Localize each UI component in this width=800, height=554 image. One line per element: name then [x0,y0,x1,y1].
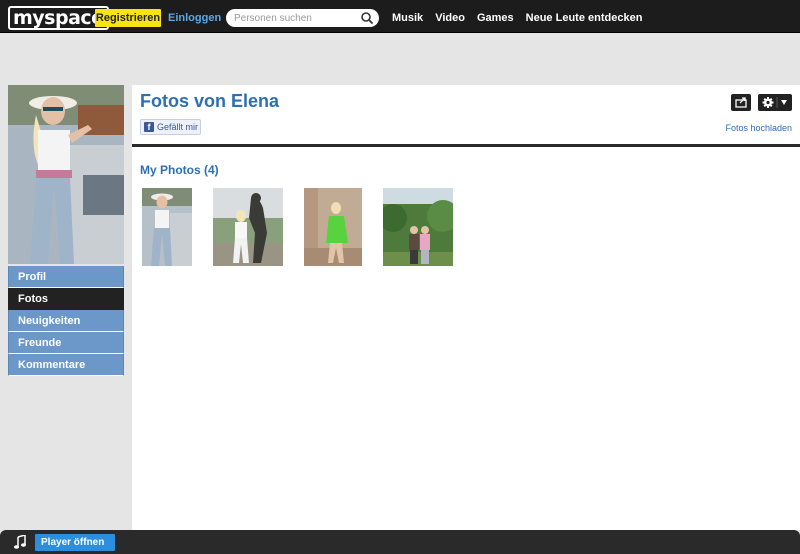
header-divider [132,144,800,147]
page-title: Fotos von Elena [140,91,280,111]
photo-thumbnail[interactable] [383,188,453,266]
photo-thumbnail-image [304,188,362,266]
photo-thumbnail[interactable] [213,188,283,266]
photo-thumbnail[interactable] [142,188,192,266]
main-content: Fotos von Elena f Gefällt mir Fotos hoch… [132,85,800,530]
register-button[interactable]: Registrieren [95,9,161,27]
photo-thumbnail-image [383,188,453,266]
top-navigation-bar: myspace Registrieren Einloggen Musik Vid… [0,0,800,33]
sidebar-item-comments[interactable]: Kommentare [8,354,124,376]
logo-text: myspace [8,6,109,30]
gear-icon [762,97,787,108]
profile-sidebar-menu: Profil Fotos Neuigkeiten Freunde Komment… [8,266,124,376]
upload-photos-link[interactable]: Fotos hochladen [725,123,792,133]
nav-games[interactable]: Games [477,9,514,27]
photos-section-title[interactable]: My Photos (4) [140,163,219,177]
sidebar-item-photos[interactable]: Fotos [8,288,124,310]
like-label: Gefällt mir [157,122,199,132]
nav-discover-people[interactable]: Neue Leute entdecken [526,9,643,27]
photo-thumbnail-image [142,188,192,266]
facebook-icon: f [144,122,154,132]
profile-photo-image [8,85,124,264]
share-icon [735,97,747,108]
chevron-down-icon [781,100,787,105]
music-note-icon [14,535,26,549]
sidebar-item-profile[interactable]: Profil [8,266,124,288]
sidebar-item-news[interactable]: Neuigkeiten [8,310,124,332]
facebook-like-button[interactable]: f Gefällt mir [140,119,201,135]
share-button[interactable] [731,94,751,111]
photo-thumbnail[interactable] [304,188,362,266]
sidebar-item-friends[interactable]: Freunde [8,332,124,354]
settings-dropdown-button[interactable] [758,94,792,111]
player-bar: Player öffnen ↗ [0,530,800,554]
profile-photo[interactable] [8,85,124,264]
nav-music[interactable]: Musik [392,9,423,27]
search-icon[interactable] [360,11,374,25]
nav-video[interactable]: Video [435,9,465,27]
open-player-button[interactable]: Player öffnen ↗ [35,534,115,551]
search-input[interactable] [234,11,354,25]
main-nav: Musik Video Games Neue Leute entdecken [392,9,642,27]
search-box [226,9,379,27]
myspace-logo[interactable]: myspace [8,6,109,30]
login-link[interactable]: Einloggen [168,9,221,27]
photo-thumbnail-image [213,188,283,266]
